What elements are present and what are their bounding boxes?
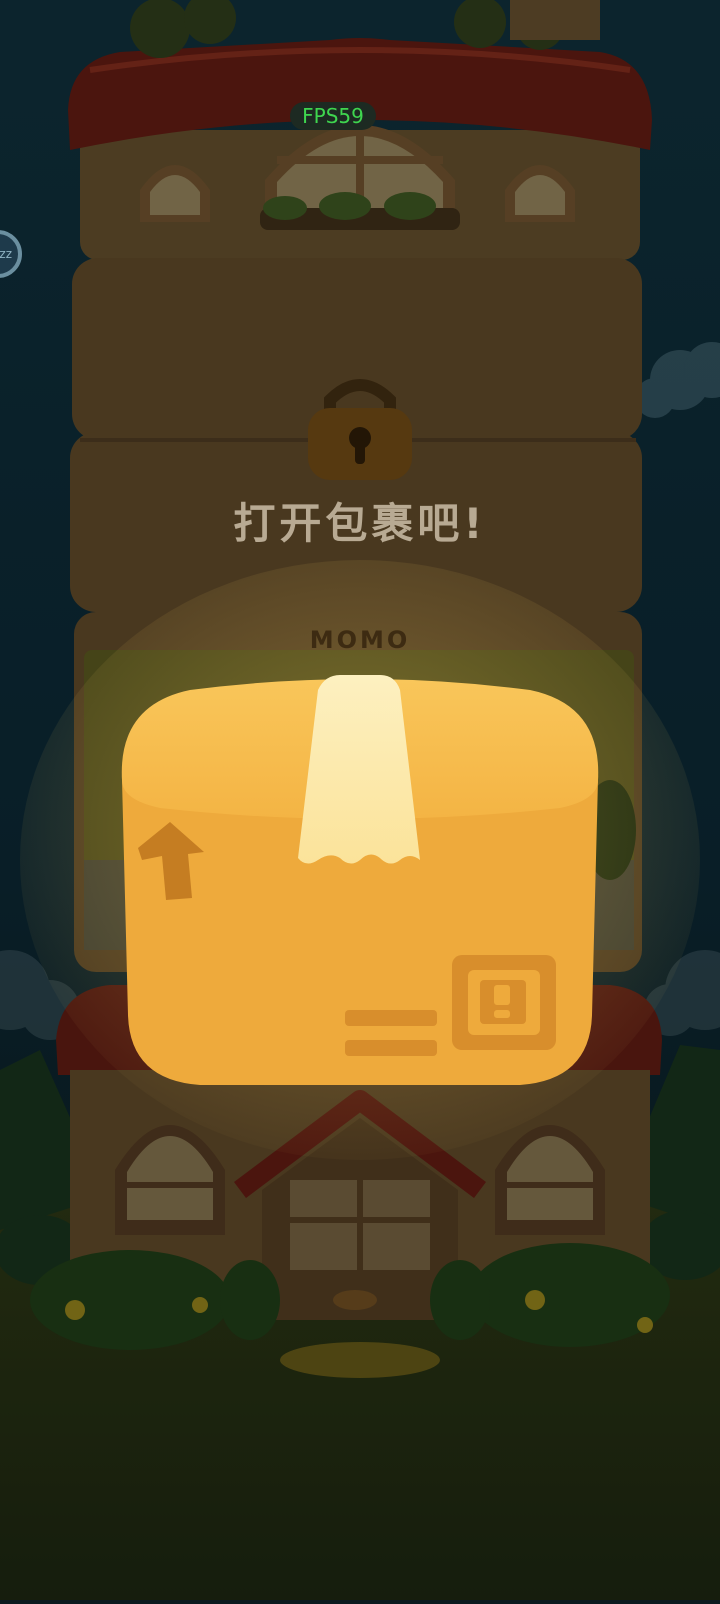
building-sign: MOMO <box>309 626 411 654</box>
open-package-prompt: 打开包裹吧! <box>233 499 487 548</box>
package-tap-target[interactable] <box>120 670 600 1090</box>
fps-counter: FPS59 <box>290 102 376 130</box>
sleep-icon: zz <box>0 247 12 261</box>
